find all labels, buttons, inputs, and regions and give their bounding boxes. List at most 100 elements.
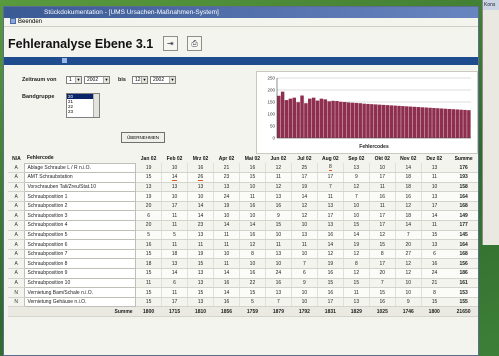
to-year-select[interactable]: 2002 ▼ [150, 76, 176, 84]
table-row[interactable]: A Schraubposition 1 19 10 10 24 11 13 14 11 7 16 16 1… [8, 191, 478, 202]
app-window: Stückdokumentation - [UMS Ursachen-Maßna… [3, 6, 479, 356]
fehlercode-cell[interactable]: Schraubposition 8 [24, 258, 137, 270]
value-cell: 16 [213, 278, 240, 289]
column-header[interactable]: Fehlercode [25, 154, 136, 163]
table-row[interactable]: N Vernietung Bam/Schale n.i.O. 15 11 15 14 15 1… [8, 287, 478, 298]
listbox-scrollbar[interactable] [93, 94, 99, 117]
fehlercode-cell[interactable]: Schraubposition 5 [24, 229, 137, 241]
fehlercode-cell[interactable]: AMT Schraubstation [24, 172, 137, 183]
value-cell: 7 [394, 230, 422, 241]
column-header[interactable]: N/A [8, 154, 25, 163]
export-button[interactable]: ⇥ [162, 36, 178, 51]
fehlercode-cell[interactable]: Schraubposition 2 [24, 200, 137, 212]
value-cell: 14 [394, 220, 422, 231]
column-header[interactable]: Okt 02 [369, 154, 395, 163]
value-cell: 17 [368, 210, 396, 222]
column-header[interactable]: Summe [447, 154, 478, 163]
value-cell: 19 [135, 191, 162, 202]
value-cell: 15 [316, 278, 344, 289]
bar [350, 102, 355, 138]
column-header[interactable]: Jun 02 [265, 154, 291, 163]
value-cell: 5 [135, 230, 162, 241]
value-cell: 12 [264, 163, 292, 174]
table-row[interactable]: A Schraubposition 4 20 11 23 14 14 15 10 13 15 17 14… [8, 220, 478, 231]
fehlercode-cell[interactable]: Schraubposition 9 [24, 268, 137, 279]
from-month-select[interactable]: 1 ▼ [66, 76, 82, 84]
value-cell: 17 [161, 297, 188, 308]
value-cell: 16 [420, 258, 448, 270]
value-cell: 13 [161, 258, 188, 270]
na-cell: A [8, 210, 25, 222]
column-header[interactable]: Jul 02 [291, 154, 317, 163]
fehlercode-cell[interactable]: Vorschrauben Tali/Zreu/Stat.10 [24, 181, 137, 193]
column-header[interactable]: Feb 02 [162, 154, 188, 163]
fehlercode-cell[interactable]: Schraubposition 1 [24, 191, 137, 202]
apply-button[interactable]: ÜBERNEHMEN [121, 132, 165, 143]
column-header[interactable]: Mai 02 [239, 154, 265, 163]
na-cell: A [8, 220, 25, 231]
column-header[interactable]: Mrz 02 [188, 154, 214, 163]
table-row[interactable]: A Schraubposition 10 11 6 13 16 22 16 9 15 15 7 10 21… [8, 277, 478, 289]
value-cell: 15 [368, 239, 396, 250]
row-sum-cell: 158 [447, 182, 478, 193]
na-cell: A [8, 239, 25, 250]
column-header[interactable]: Jan 02 [136, 154, 162, 163]
fehlercode-cell[interactable]: Schraubposition 10 [24, 277, 137, 289]
bar [284, 100, 289, 138]
fehlercode-cell[interactable]: Vernietung Bam/Schale n.i.O. [24, 287, 137, 298]
table-row[interactable]: N Vernietung Gehäuse n.i.O. 15 17 13 16 5 7 10 17… [8, 296, 478, 308]
table-row[interactable]: A Schraubposition 6 16 11 11 11 12 11 11 14 19 15 20… [8, 239, 478, 250]
table-row[interactable]: A Schraubposition 5 5 5 13 11 16 10 13 16 14 12 7 15 1… [8, 229, 478, 241]
value-cell: 12 [238, 239, 266, 250]
bar [288, 98, 293, 138]
page-title: Fehleranalyse Ebene 3.1 [8, 37, 154, 51]
column-header[interactable]: Dez 02 [421, 154, 447, 163]
value-cell: 11 [342, 287, 370, 298]
value-cell: 10 [187, 191, 214, 202]
table-row[interactable]: A Schraubposition 8 18 13 15 11 10 10 7 19 8 17 12 16… [8, 258, 478, 270]
value-cell: 15 [135, 287, 162, 298]
bar [436, 108, 440, 138]
fehlercode-cell[interactable]: Vernietung Gehäuse n.i.O. [24, 296, 137, 308]
table-row[interactable]: A Schraubposition 2 20 17 14 19 16 16 12 13 10 11 12… [8, 200, 478, 212]
value-cell: 14 [213, 220, 240, 231]
value-cell: 11 [368, 201, 396, 212]
menu-item-beenden[interactable]: Beenden [10, 18, 42, 27]
value-cell: 15 [187, 258, 214, 270]
na-cell: A [8, 182, 25, 193]
total-value-cell: 1759 [239, 306, 266, 318]
zeitraum-label: Zeitraum von [22, 77, 57, 83]
table-row[interactable]: A Schraubposition 7 15 18 19 10 8 13 10 12 12 8 27 6 1… [8, 248, 478, 260]
column-header[interactable]: Aug 02 [317, 154, 343, 163]
value-cell: 14 [316, 239, 344, 250]
value-cell: 6 [290, 268, 318, 279]
bar [377, 104, 382, 138]
total-value-cell: 1810 [187, 306, 214, 318]
fehlercode-cell[interactable]: Schraubposition 4 [24, 220, 137, 231]
table-row[interactable]: A Ablage Schraube L / R n.i.O. 19 10 16 21 16 1… [8, 162, 478, 174]
value-cell: 13 [290, 230, 318, 241]
fehlercode-cell[interactable]: Schraubposition 6 [24, 239, 137, 250]
fehlercode-cell[interactable]: Ablage Schraube L / R n.i.O. [24, 162, 137, 174]
fehlercode-cell[interactable]: Schraubposition 7 [24, 248, 137, 260]
column-header[interactable]: Sep 02 [343, 154, 369, 163]
value-cell: 8 [342, 258, 370, 270]
to-month-select[interactable]: 12 ▼ [132, 76, 148, 84]
from-year-select[interactable]: 2002 ▼ [84, 76, 110, 84]
column-header[interactable]: Nov 02 [395, 154, 421, 163]
value-cell: 10 [238, 258, 266, 270]
fehlercode-cell[interactable]: Schraubposition 3 [24, 210, 137, 222]
background-window[interactable]: Kons [482, 0, 499, 245]
table-row[interactable]: A Schraubposition 3 6 11 14 10 10 9 12 17 10 17 18 14… [8, 210, 478, 222]
table-row[interactable]: A AMT Schraubstation 15 14 26 23 15 11 17 17 9 17 18… [8, 172, 478, 183]
value-cell: 20 [394, 239, 422, 250]
table-row[interactable]: A Vorschrauben Tali/Zreu/Stat.10 13 13 13 13 1… [8, 181, 478, 193]
column-header[interactable]: Apr 02 [214, 154, 240, 163]
table-row[interactable]: A Schraubposition 9 15 14 13 14 16 24 6 16 12 20 12 2… [8, 268, 478, 279]
bar [447, 108, 452, 138]
value-cell: 11 [161, 220, 188, 231]
bandgruppe-listbox[interactable]: 20 21 22 23 [66, 93, 100, 118]
chevron-down-icon: ▼ [169, 77, 175, 83]
row-sum-cell: 177 [447, 220, 478, 231]
print-button[interactable]: ⎙ [187, 36, 203, 51]
